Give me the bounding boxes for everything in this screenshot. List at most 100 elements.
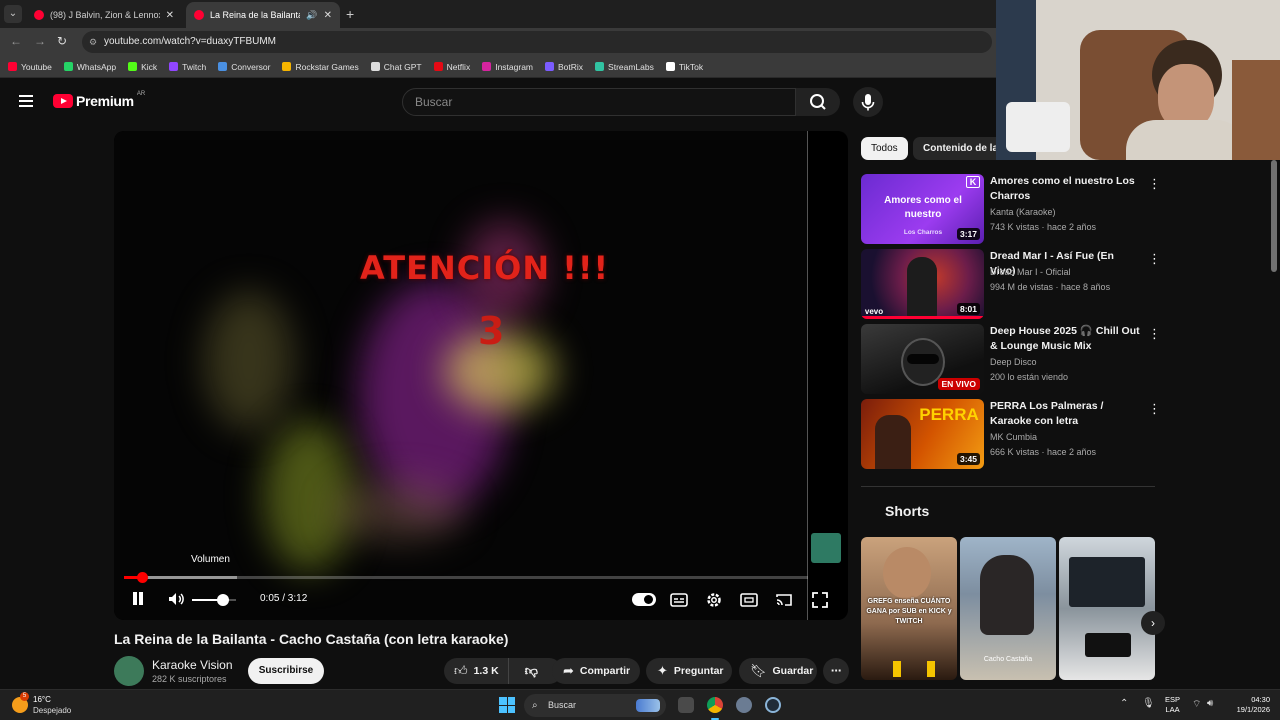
bookmark-botrix[interactable]: BotRix — [545, 62, 583, 72]
video-thumbnail[interactable]: Amores como el nuestro Los Charros K 3:1… — [861, 174, 984, 244]
volume-slider[interactable] — [192, 594, 236, 606]
recommendation-channel[interactable]: Deep Disco — [990, 357, 1037, 367]
save-button[interactable]: 🔖︎ Guardar — [739, 658, 817, 684]
voice-search-button[interactable] — [853, 87, 883, 117]
theater-mode-button[interactable] — [739, 590, 759, 610]
microphone-tray-icon[interactable]: 🎙︎ — [1142, 698, 1155, 709]
volume-handle[interactable] — [216, 594, 229, 606]
video-thumbnail[interactable]: vevo 8:01 — [861, 249, 984, 319]
chrome-icon[interactable] — [707, 697, 723, 720]
bookmark-netflix[interactable]: Netflix — [433, 62, 470, 72]
video-thumbnail[interactable]: PERRA 3:45 — [861, 399, 984, 469]
search-button[interactable] — [796, 88, 840, 116]
bookmark-whatsapp[interactable]: WhatsApp — [63, 62, 116, 72]
recommendation-title[interactable]: Amores como el nuestro Los Charros — [990, 174, 1140, 204]
search-input[interactable] — [403, 89, 795, 115]
site-info-icon[interactable]: ⚙ — [89, 31, 97, 53]
browser-tab-1[interactable]: (98) J Balvin, Zion & Lennox - M ✕ — [26, 2, 182, 28]
settings-button[interactable] — [704, 590, 724, 610]
youtube-logo[interactable]: Premium AR — [53, 91, 145, 109]
windows-start-icon[interactable] — [499, 697, 515, 713]
recommendation-item[interactable]: Amores como el nuestro Los Charros K 3:1… — [861, 174, 1161, 244]
dislike-button[interactable]: 👎︎ — [515, 663, 538, 679]
temperature[interactable]: 16°C — [33, 695, 51, 704]
streaming-app-icon[interactable] — [765, 697, 781, 713]
speaker-tray-icon[interactable]: 🔊︎ — [1207, 698, 1213, 709]
fullscreen-button[interactable] — [810, 590, 830, 610]
bookmark-conversor[interactable]: Conversor — [218, 62, 270, 72]
bookmark-youtube[interactable]: Youtube — [8, 62, 52, 72]
cast-button[interactable] — [774, 590, 794, 610]
channel-avatar[interactable] — [114, 656, 144, 686]
webcam-overlay — [996, 0, 1280, 160]
singer-silhouette — [875, 415, 911, 469]
recommendation-channel[interactable]: MK Cumbia — [990, 432, 1037, 442]
bookmark-label: Youtube — [21, 61, 52, 72]
tab-search-button[interactable]: ⌄ — [4, 5, 22, 23]
recommendation-channel[interactable]: Dread Mar I - Oficial — [990, 267, 1071, 277]
short-thumbnail[interactable] — [1059, 537, 1155, 680]
subtitles-button[interactable] — [669, 590, 689, 610]
like-button[interactable]: 👍︎ 1.3 K — [444, 658, 509, 684]
pause-button[interactable] — [130, 589, 146, 609]
new-tab-button[interactable]: + — [346, 6, 354, 22]
forward-arrow-icon[interactable]: → — [34, 34, 46, 48]
channel-name[interactable]: Karaoke Vision — [152, 658, 233, 672]
recommendation-title[interactable]: PERRA Los Palmeras / Karaoke con letra — [990, 399, 1140, 429]
more-vertical-icon[interactable]: ⋮ — [1148, 326, 1161, 342]
progress-bar[interactable] — [124, 572, 808, 583]
subscribe-button[interactable]: Suscribirse — [248, 658, 324, 684]
bookmark-streamlabs[interactable]: StreamLabs — [595, 62, 654, 72]
bookmark-label: BotRix — [558, 61, 584, 72]
browser-tab-2[interactable]: La Reina de la Bailanta - Ca 🔊 ✕ — [186, 2, 340, 28]
search-box — [402, 88, 796, 116]
recommendation-channel[interactable]: Kanta (Karaoke) — [990, 207, 1056, 217]
theater-icon — [740, 593, 758, 607]
network-icon[interactable]: ⌔ — [1192, 698, 1201, 711]
bookmark-tiktok[interactable]: TikTok — [665, 62, 703, 72]
close-tab-icon[interactable]: ✕ — [324, 10, 332, 21]
reload-icon[interactable]: ↻ — [57, 34, 67, 48]
speaker-icon[interactable]: 🔊 — [306, 10, 317, 21]
chip-channel-content[interactable]: Contenido de la — [913, 137, 1008, 160]
language-indicator[interactable]: ESP LAA — [1165, 695, 1180, 715]
next-arrow-icon[interactable]: › — [1141, 611, 1165, 635]
bookmark-kick[interactable]: Kick — [128, 62, 157, 72]
recommendation-item[interactable]: EN VIVO Deep House 2025 🎧 Chill Out & Lo… — [861, 324, 1161, 394]
recommendation-title[interactable]: Deep House 2025 🎧 Chill Out & Lounge Mus… — [990, 324, 1140, 354]
recommendation-item[interactable]: PERRA 3:45 PERRA Los Palmeras / Karaoke … — [861, 399, 1161, 469]
ask-button[interactable]: ✦ Preguntar — [646, 658, 732, 684]
weather-condition[interactable]: Despejado — [33, 706, 71, 715]
taskbar-search[interactable]: ⌕ Buscar — [524, 694, 666, 717]
page-scrollbar[interactable] — [1271, 160, 1277, 272]
mute-button[interactable] — [166, 589, 186, 609]
back-arrow-icon[interactable]: ← — [10, 34, 22, 48]
short-thumbnail[interactable]: GREFG enseña CUÁNTO GANA por SUB en KICK… — [861, 537, 957, 680]
more-actions-button[interactable]: ⋯ — [823, 658, 849, 684]
system-clock[interactable]: 04:30 19/1/2026 — [1226, 695, 1270, 715]
menu-icon[interactable] — [19, 95, 33, 107]
chip-todos[interactable]: Todos — [861, 137, 908, 160]
settings-app-icon[interactable] — [736, 697, 752, 713]
more-vertical-icon[interactable]: ⋮ — [1148, 401, 1161, 417]
chevron-up-icon[interactable]: ⌃ — [1120, 698, 1128, 709]
more-vertical-icon[interactable]: ⋮ — [1148, 176, 1161, 192]
video-thumbnail[interactable]: EN VIVO — [861, 324, 984, 394]
close-tab-icon[interactable]: ✕ — [166, 10, 174, 21]
bookmark-rockstar-games[interactable]: Rockstar Games — [282, 62, 359, 72]
share-button[interactable]: ➦ Compartir — [552, 658, 640, 684]
recommendation-item[interactable]: vevo 8:01 Dread Mar I - Así Fue (En Vivo… — [861, 249, 1161, 319]
bookmark-favicon-icon — [665, 62, 675, 71]
task-view-icon[interactable] — [678, 697, 694, 713]
youtube-favicon-icon — [34, 10, 44, 20]
autoplay-toggle[interactable] — [632, 593, 656, 606]
bookmark-twitch[interactable]: Twitch — [169, 62, 206, 72]
more-vertical-icon[interactable]: ⋮ — [1148, 251, 1161, 267]
video-player[interactable]: ATENCIÓN !!! 3 Volumen 0:05 / 3:12 — [114, 131, 848, 620]
bookmark-instagram[interactable]: Instagram — [482, 62, 533, 72]
short-thumbnail[interactable]: Cacho Castaña — [960, 537, 1056, 680]
address-bar[interactable]: ⚙ youtube.com/watch?v=duaxyTFBUMM — [82, 31, 992, 53]
end-screen-avatar[interactable] — [811, 533, 841, 563]
bookmark-chat-gpt[interactable]: Chat GPT — [370, 62, 422, 72]
video-frame[interactable]: ATENCIÓN !!! 3 — [114, 131, 808, 620]
